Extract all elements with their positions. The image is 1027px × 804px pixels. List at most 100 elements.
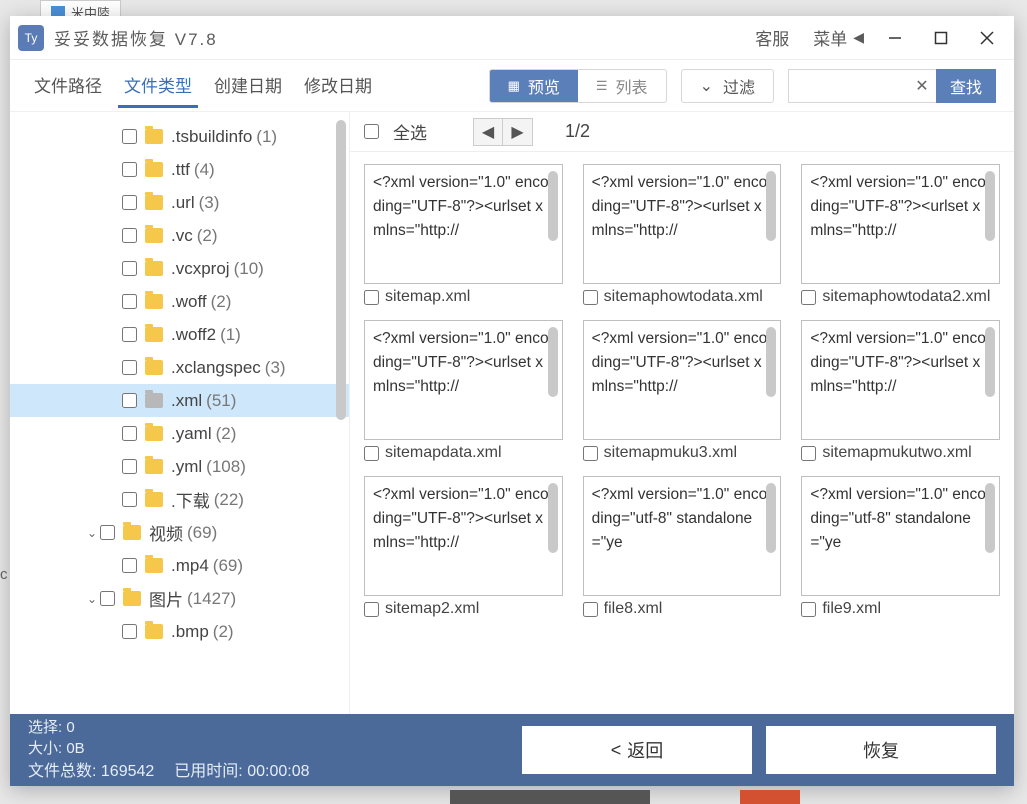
folder-icon xyxy=(145,393,163,408)
folder-icon xyxy=(123,525,141,540)
tree-checkbox[interactable] xyxy=(122,459,137,474)
tree-row[interactable]: .yaml (2) xyxy=(10,417,349,450)
file-checkbox[interactable] xyxy=(583,446,598,461)
folder-icon xyxy=(145,492,163,507)
tree-checkbox[interactable] xyxy=(122,162,137,177)
folder-icon xyxy=(145,558,163,573)
tree-checkbox[interactable] xyxy=(122,360,137,375)
file-checkbox[interactable] xyxy=(801,602,816,617)
search-button[interactable]: 查找 xyxy=(936,69,996,103)
category-tab-3[interactable]: 修改日期 xyxy=(298,64,378,108)
category-tab-1[interactable]: 文件类型 xyxy=(118,64,198,108)
file-checkbox[interactable] xyxy=(801,446,816,461)
caret-down-icon[interactable]: ⌄ xyxy=(84,526,100,540)
tree-checkbox[interactable] xyxy=(100,525,115,540)
file-checkbox[interactable] xyxy=(364,446,379,461)
customer-service-button[interactable]: 客服 xyxy=(743,25,801,50)
file-card[interactable]: <?xml version="1.0" encoding="UTF-8"?><u… xyxy=(801,320,1000,462)
list-view-button[interactable]: ☰列表 xyxy=(578,70,666,102)
preview-scrollbar[interactable] xyxy=(985,171,995,241)
file-card[interactable]: <?xml version="1.0" encoding="utf-8" sta… xyxy=(583,476,782,618)
tree-row[interactable]: .xclangspec (3) xyxy=(10,351,349,384)
next-page-button[interactable]: ▶ xyxy=(503,118,533,146)
tree-row[interactable]: .bmp (2) xyxy=(10,615,349,648)
tree-item-count: (3) xyxy=(265,358,286,378)
tree-row[interactable]: .vcxproj (10) xyxy=(10,252,349,285)
tree-row[interactable]: .下载 (22) xyxy=(10,483,349,516)
tree-checkbox[interactable] xyxy=(122,327,137,342)
search-clear-button[interactable]: ✕ xyxy=(908,69,936,103)
search-input[interactable] xyxy=(788,69,908,103)
preview-scrollbar[interactable] xyxy=(548,483,558,553)
file-checkbox[interactable] xyxy=(801,290,816,305)
close-button[interactable] xyxy=(964,18,1010,58)
preview-scrollbar[interactable] xyxy=(548,327,558,397)
file-card[interactable]: <?xml version="1.0" encoding="UTF-8"?><u… xyxy=(583,164,782,306)
file-card[interactable]: <?xml version="1.0" encoding="UTF-8"?><u… xyxy=(364,476,563,618)
tree-item-name: 图片 xyxy=(149,586,183,611)
file-preview: <?xml version="1.0" encoding="utf-8" sta… xyxy=(583,476,782,596)
tree-row[interactable]: ⌄视频 (69) xyxy=(10,516,349,549)
tree-checkbox[interactable] xyxy=(122,294,137,309)
file-card[interactable]: <?xml version="1.0" encoding="UTF-8"?><u… xyxy=(364,320,563,462)
file-checkbox[interactable] xyxy=(364,290,379,305)
tree-row[interactable]: .xml (51) xyxy=(10,384,349,417)
folder-icon xyxy=(145,294,163,309)
folder-icon xyxy=(145,459,163,474)
file-card[interactable]: <?xml version="1.0" encoding="utf-8" sta… xyxy=(801,476,1000,618)
select-all-checkbox[interactable] xyxy=(364,124,379,139)
tree-row[interactable]: .yml (108) xyxy=(10,450,349,483)
tree-scrollbar[interactable] xyxy=(336,120,346,420)
tree-checkbox[interactable] xyxy=(100,591,115,606)
file-card[interactable]: <?xml version="1.0" encoding="UTF-8"?><u… xyxy=(583,320,782,462)
tree-checkbox[interactable] xyxy=(122,492,137,507)
tree-item-count: (2) xyxy=(211,292,232,312)
preview-scrollbar[interactable] xyxy=(548,171,558,241)
category-tab-2[interactable]: 创建日期 xyxy=(208,64,288,108)
tree-row[interactable]: ⌄图片 (1427) xyxy=(10,582,349,615)
caret-down-icon[interactable]: ⌄ xyxy=(84,592,100,606)
category-tab-0[interactable]: 文件路径 xyxy=(28,64,108,108)
maximize-button[interactable] xyxy=(918,18,964,58)
back-button[interactable]: <返回 xyxy=(522,726,752,774)
file-checkbox[interactable] xyxy=(583,602,598,617)
tree-row[interactable]: .ttf (4) xyxy=(10,153,349,186)
file-type-tree[interactable]: .tsbuildinfo (1).ttf (4).url (3).vc (2).… xyxy=(10,112,350,714)
tree-row[interactable]: .woff2 (1) xyxy=(10,318,349,351)
preview-scrollbar[interactable] xyxy=(985,327,995,397)
tree-row[interactable]: .url (3) xyxy=(10,186,349,219)
recover-button[interactable]: 恢复 xyxy=(766,726,996,774)
file-card[interactable]: <?xml version="1.0" encoding="UTF-8"?><u… xyxy=(801,164,1000,306)
tree-row[interactable]: .vc (2) xyxy=(10,219,349,252)
folder-icon xyxy=(145,360,163,375)
filter-button[interactable]: ⌄过滤 xyxy=(681,69,774,103)
tree-checkbox[interactable] xyxy=(122,228,137,243)
file-card[interactable]: <?xml version="1.0" encoding="UTF-8"?><u… xyxy=(364,164,563,306)
tree-item-name: .ttf xyxy=(171,160,190,180)
menu-arrow-icon[interactable]: ◀ xyxy=(853,29,864,46)
file-checkbox[interactable] xyxy=(364,602,379,617)
tree-checkbox[interactable] xyxy=(122,195,137,210)
preview-scrollbar[interactable] xyxy=(766,483,776,553)
folder-icon xyxy=(145,624,163,639)
menu-button[interactable]: 菜单 xyxy=(801,25,859,50)
tree-checkbox[interactable] xyxy=(122,624,137,639)
edge-letter: c xyxy=(0,566,8,583)
tree-checkbox[interactable] xyxy=(122,261,137,276)
tree-row[interactable]: .woff (2) xyxy=(10,285,349,318)
tree-checkbox[interactable] xyxy=(122,558,137,573)
tree-row[interactable]: .mp4 (69) xyxy=(10,549,349,582)
tree-row[interactable]: .tsbuildinfo (1) xyxy=(10,120,349,153)
tree-checkbox[interactable] xyxy=(122,393,137,408)
file-name: file8.xml xyxy=(604,600,663,618)
minimize-button[interactable] xyxy=(872,18,918,58)
tree-checkbox[interactable] xyxy=(122,129,137,144)
prev-page-button[interactable]: ◀ xyxy=(473,118,503,146)
file-checkbox[interactable] xyxy=(583,290,598,305)
preview-scrollbar[interactable] xyxy=(766,327,776,397)
preview-view-button[interactable]: ▦预览 xyxy=(490,70,578,102)
preview-scrollbar[interactable] xyxy=(985,483,995,553)
tree-checkbox[interactable] xyxy=(122,426,137,441)
preview-scrollbar[interactable] xyxy=(766,171,776,241)
file-preview: <?xml version="1.0" encoding="UTF-8"?><u… xyxy=(364,476,563,596)
